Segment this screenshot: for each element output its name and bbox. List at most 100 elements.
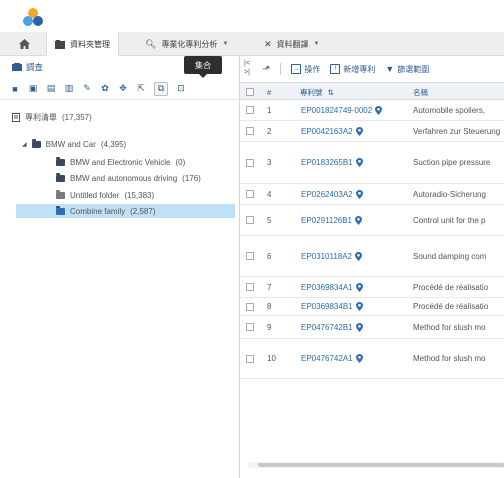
move-icon[interactable]: ✥: [118, 83, 128, 94]
tree-item-bmw-and-car[interactable]: ◢ BMW and Car (4,395): [22, 137, 126, 151]
expand-icon[interactable]: ⊡: [176, 83, 186, 94]
table-row[interactable]: 9 EP0476742B1 Method for slush mo: [240, 316, 504, 339]
patent-number-link[interactable]: EP0476742A1: [301, 339, 363, 378]
patent-number-link[interactable]: EP0476742B1: [301, 316, 363, 338]
tab-folder-management-label: 資料夾管理: [70, 40, 110, 49]
patent-title: Suction pipe pressure: [413, 158, 491, 167]
table-row[interactable]: 1 EP001824749-0002 Automobile spoilers,: [240, 100, 504, 121]
location-pin-icon[interactable]: [355, 158, 363, 167]
collapse-triangle-icon[interactable]: ◢: [22, 141, 27, 148]
location-pin-icon[interactable]: [355, 215, 363, 225]
location-pin-icon[interactable]: [375, 105, 383, 115]
tree-root-patent-list[interactable]: 專利清單 (17,357): [12, 110, 92, 124]
export-folder-icon[interactable]: ▤: [46, 83, 56, 94]
location-pin-icon[interactable]: [355, 189, 363, 199]
app-logo-icon: [23, 8, 43, 26]
patent-title: Method for slush mo: [413, 354, 486, 363]
tooltip: 集合: [184, 56, 222, 78]
table-row[interactable]: 3 EP0183265B1 Suction pipe pressure: [240, 142, 504, 184]
rename-icon[interactable]: ✎: [82, 83, 92, 94]
tree-item-label: Untitled folder: [70, 190, 120, 200]
table-row[interactable]: 5 EP0291126B1 Control unit for the p: [240, 205, 504, 236]
table-row[interactable]: 10 EP0476742A1 Method for slush mo: [240, 339, 504, 379]
scrollbar-thumb[interactable]: [258, 463, 504, 467]
tree-item-combine-family[interactable]: Combine family (2,587): [16, 204, 235, 218]
folder-icon: [56, 189, 65, 199]
patent-number-text: EP0369834B1: [301, 302, 353, 311]
export-button[interactable]: ⬏: [262, 64, 270, 75]
row-checkbox[interactable]: [246, 205, 254, 235]
patent-number-text: EP0369834A1: [301, 282, 353, 292]
row-checkbox[interactable]: [246, 184, 254, 204]
row-number: 7: [267, 282, 272, 292]
horizontal-scrollbar[interactable]: [248, 462, 504, 468]
main-nav: 資料夾管理 🔍︎ 專業化專利分析 ▼ ✕ 資料翻譯 ▼: [0, 32, 504, 57]
table-row[interactable]: 7 EP0369834A1 Procédé de réalisatio: [240, 277, 504, 298]
patent-number-text: EP0476742A1: [301, 354, 353, 363]
location-pin-icon[interactable]: [355, 126, 363, 136]
header-patent-no[interactable]: 專利號 ⇅: [300, 83, 334, 101]
tree-item-count: (176): [182, 173, 201, 183]
patent-number-link[interactable]: EP0369834B1: [301, 298, 363, 315]
home-icon[interactable]: [8, 32, 40, 56]
location-pin-icon[interactable]: [355, 354, 363, 363]
row-checkbox[interactable]: [246, 236, 254, 276]
tree-item-count: (2,587): [130, 206, 156, 216]
row-checkbox[interactable]: [246, 316, 254, 338]
select-all-checkbox[interactable]: [246, 83, 254, 101]
patent-number-link[interactable]: EP0262403A2: [301, 184, 363, 204]
table-row[interactable]: 8 EP0369834B1 Procédé de réalisatio: [240, 298, 504, 316]
folder-icon: [31, 138, 41, 148]
left-panel: 調查 集合 ■ ▣ ▤ ▥ ✎ ✿ ✥ ⇱ ⧉ ⊡ 專利清單 (17,357) …: [0, 56, 240, 478]
header-patent-no-label: 專利號: [300, 87, 323, 97]
combine-icon[interactable]: ⧉: [154, 81, 168, 96]
row-checkbox[interactable]: [246, 339, 254, 378]
share-icon[interactable]: ⇱: [136, 83, 146, 94]
table-row[interactable]: 4 EP0262403A2 Autoradio-Sicherung: [240, 184, 504, 205]
filter-button[interactable]: ▼ 篩選範圍: [385, 64, 429, 75]
add-patent-label: 新增專利: [343, 64, 376, 74]
tree-item-count: (4,395): [100, 139, 127, 149]
tab-folder-management[interactable]: 資料夾管理: [46, 32, 119, 57]
tree-item-label: BMW and autonomous driving: [70, 173, 178, 183]
location-pin-icon[interactable]: [355, 302, 363, 311]
patent-number-link[interactable]: EP0042163A2: [301, 121, 363, 141]
tree-item-label: Combine family: [70, 206, 126, 216]
folder-icon: [56, 172, 65, 182]
table-row[interactable]: 2 EP0042163A2 Verfahren zur Steuerung: [240, 121, 504, 142]
patent-title: Sound damping com: [413, 251, 487, 261]
patent-title: Verfahren zur Steuerung: [413, 126, 501, 136]
tree-item-bmw-autonomous-driving[interactable]: BMW and autonomous driving (176): [56, 171, 201, 185]
location-pin-icon[interactable]: [355, 251, 363, 261]
import-folder-icon[interactable]: ▣: [28, 83, 38, 94]
patent-title: Procédé de réalisatio: [413, 282, 489, 292]
patent-number-link[interactable]: EP0291126B1: [301, 205, 363, 235]
results-toolbar: ⬏ → 操作 ! 新增專利 ▼ 篩選範圍: [254, 56, 504, 82]
new-folder-icon[interactable]: ■: [10, 84, 20, 94]
tree-root-count: (17,357): [62, 112, 92, 122]
patent-number-link[interactable]: EP0369834A1: [301, 277, 363, 297]
row-number: 2: [267, 126, 272, 136]
row-checkbox[interactable]: [246, 121, 254, 141]
row-checkbox[interactable]: [246, 277, 254, 297]
row-checkbox[interactable]: [246, 100, 254, 120]
color-palette-icon[interactable]: ✿: [100, 83, 110, 94]
sort-button[interactable]: → 操作: [291, 64, 320, 75]
tab-translation[interactable]: ✕ 資料翻譯 ▼: [256, 32, 328, 56]
location-pin-icon[interactable]: [355, 322, 363, 332]
tree-item-untitled-folder[interactable]: Untitled folder (15,383): [56, 188, 154, 202]
patent-number-link[interactable]: EP0310118A2: [301, 236, 363, 276]
row-checkbox[interactable]: [246, 142, 254, 183]
tree-item-bmw-electronic-vehicle[interactable]: BMW and Electronic Vehicle (0): [56, 155, 185, 169]
row-number: 9: [267, 322, 272, 332]
sort-order-icon[interactable]: ⇅: [328, 88, 334, 97]
patent-number-link[interactable]: EP001824749-0002: [301, 100, 383, 120]
tab-professional-analysis[interactable]: 🔍︎ 專業化專利分析 ▼: [137, 32, 236, 56]
copy-folder-icon[interactable]: ▥: [64, 83, 74, 94]
table-row[interactable]: 6 EP0310118A2 Sound damping com: [240, 236, 504, 277]
location-pin-icon[interactable]: [355, 282, 363, 292]
patent-number-link[interactable]: EP0183265B1: [301, 142, 363, 183]
row-checkbox[interactable]: [246, 298, 254, 315]
add-patent-button[interactable]: ! 新增專利: [330, 64, 375, 75]
patent-title: Control unit for the p: [413, 215, 486, 225]
